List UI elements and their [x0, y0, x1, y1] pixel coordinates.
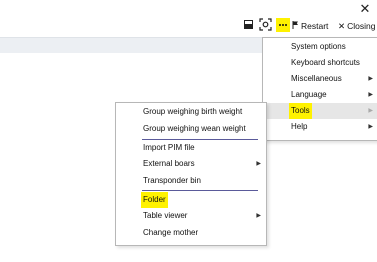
menu-item-label: Help [291, 122, 308, 131]
menu-item-label: Folder [141, 192, 168, 208]
menu-item-label: Language [291, 90, 327, 99]
menu-item-group-weighing-birth[interactable]: Group weighing birth weight [116, 104, 266, 120]
menu-item-label: System options [291, 42, 346, 51]
submenu-arrow-icon: ▶ [368, 124, 373, 130]
more-dot-icon [282, 24, 284, 26]
menu-item-tools[interactable]: Tools ▶ [263, 103, 377, 119]
menu-item-label: Miscellaneous [291, 74, 342, 83]
options-menu: System options Keyboard shortcuts Miscel… [262, 37, 377, 141]
submenu-arrow-icon: ▶ [368, 92, 373, 98]
window-icon[interactable] [244, 20, 253, 29]
menu-item-folder[interactable]: Folder [116, 192, 266, 208]
flag-icon [292, 21, 299, 31]
menu-item-label: Transponder bin [143, 176, 201, 185]
menu-item-label: Group weighing wean weight [143, 124, 246, 133]
menu-item-miscellaneous[interactable]: Miscellaneous ▶ [263, 71, 377, 87]
window-close-button[interactable]: ✕ [358, 2, 372, 16]
menu-item-language[interactable]: Language ▶ [263, 87, 377, 103]
menu-item-label: Table viewer [143, 211, 188, 220]
menu-item-label: Tools [289, 103, 312, 119]
closing-button[interactable]: ✕ Closing [338, 21, 375, 32]
menu-item-help[interactable]: Help ▶ [263, 119, 377, 135]
menu-item-label: Keyboard shortcuts [291, 58, 360, 67]
more-dot-icon [285, 24, 287, 26]
closing-label: Closing [347, 21, 376, 31]
menu-item-external-boars[interactable]: External boars ▶ [116, 156, 266, 172]
menu-item-keyboard-shortcuts[interactable]: Keyboard shortcuts [263, 55, 377, 71]
menu-item-label: Group weighing birth weight [143, 107, 243, 116]
submenu-arrow-icon: ▶ [368, 76, 373, 82]
tools-submenu: Group weighing birth weight Group weighi… [115, 102, 267, 246]
menu-item-change-mother[interactable]: Change mother [116, 225, 266, 241]
menu-item-label: Import PIM file [143, 143, 195, 152]
menu-item-system-options[interactable]: System options [263, 39, 377, 55]
submenu-arrow-icon: ▶ [256, 161, 261, 167]
screenshot-icon[interactable] [259, 18, 272, 31]
menu-separator [142, 190, 258, 191]
more-options-button[interactable] [276, 18, 290, 32]
restart-label: Restart [301, 21, 329, 31]
restart-button[interactable]: Restart [292, 21, 328, 31]
more-dot-icon [279, 24, 281, 26]
menu-item-import-pim-file[interactable]: Import PIM file [116, 140, 266, 156]
menu-item-label: External boars [143, 159, 195, 168]
menu-item-table-viewer[interactable]: Table viewer ▶ [116, 208, 266, 224]
submenu-arrow-icon: ▶ [256, 213, 261, 219]
submenu-arrow-icon: ▶ [368, 108, 373, 114]
x-icon: ✕ [338, 21, 346, 31]
menu-item-label: Change mother [143, 228, 199, 237]
menu-item-group-weighing-wean[interactable]: Group weighing wean weight [116, 121, 266, 137]
menu-item-transponder-bin[interactable]: Transponder bin [116, 173, 266, 189]
title-bar: ✕ Restart ✕ Closing [0, 0, 377, 37]
